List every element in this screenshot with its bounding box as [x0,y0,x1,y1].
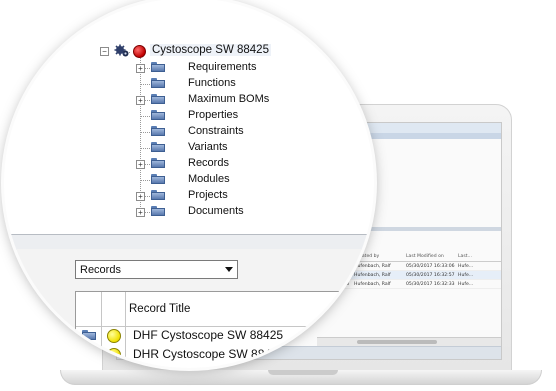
cell: 05/30/2017 16:32:33 [406,281,455,287]
folder-icon [151,126,165,136]
tree-item-documents[interactable]: Documents [188,205,244,217]
status-dot [107,329,121,343]
column-header-record-title[interactable]: Record Title [129,303,190,315]
record-type-dropdown-value: Records [80,263,121,276]
folder-icon [151,190,165,200]
tree-item-functions[interactable]: Functions [188,77,236,89]
folder-icon [151,174,165,184]
folder-icon [151,158,165,168]
tree-item-records[interactable]: Records [188,157,229,169]
root-collapse-toggle[interactable]: − [100,47,109,56]
folder-icon [151,110,165,120]
background-grid-col: Last... [458,253,472,259]
tree-line [140,180,150,181]
magnified-view: − Cystoscope SW 88425 + Requirements Fun… [4,0,374,368]
folder-icon [82,330,96,340]
expand-maximum-boms-toggle[interactable]: + [136,96,145,105]
folder-icon [151,142,165,152]
record-type-dropdown[interactable]: Records [75,260,238,279]
cell: Hufe... [458,272,474,278]
laptop-notch [268,370,338,375]
cell: Hufe... [458,263,474,269]
expand-requirements-toggle[interactable]: + [136,64,145,73]
records-grid-header: Record Title [76,292,374,327]
expand-records-toggle[interactable]: + [136,160,145,169]
cell: 05/30/2017 16:32:57 [406,272,455,278]
tree-line [140,148,150,149]
tree-line [140,84,150,85]
table-row[interactable]: DHF Cystoscope SW 88425 [76,326,374,345]
record-title: DHR Cystoscope SW 8842 [133,347,278,361]
expand-documents-toggle[interactable]: + [136,208,145,217]
record-title: DHF Cystoscope SW 88425 [133,328,284,342]
root-status-dot [133,45,146,58]
chevron-down-icon[interactable] [221,261,237,278]
tree-item-projects[interactable]: Projects [188,189,228,201]
magnifier-lens: − Cystoscope SW 88425 + Requirements Fun… [4,0,374,368]
records-grid: Record Title DHF Cystoscope SW 88425 DHR… [75,291,374,368]
folder-icon [82,349,96,359]
panel-splitter[interactable] [4,234,374,250]
folder-icon [151,62,165,72]
cell: Hufe... [458,281,474,287]
background-grid-col: Last Modified on [406,253,444,259]
cell: 05/30/2017 16:33:06 [406,263,455,269]
folder-icon [151,78,165,88]
tree-line [140,116,150,117]
folder-icon [151,94,165,104]
folder-icon [151,206,165,216]
tree-line [140,58,141,213]
expand-projects-toggle[interactable]: + [136,192,145,201]
tree-item-requirements[interactable]: Requirements [188,61,256,73]
status-dot [107,348,121,362]
tree-item-properties[interactable]: Properties [188,109,238,121]
tree-root-label[interactable]: Cystoscope SW 88425 [150,44,271,56]
gear-icon [114,44,129,57]
tree-item-maximum-boms[interactable]: Maximum BOMs [188,93,269,105]
tree-line [140,132,150,133]
tree-item-modules[interactable]: Modules [188,173,230,185]
table-row[interactable]: DHR Cystoscope SW 8842 [76,345,374,364]
tree-item-variants[interactable]: Variants [188,141,228,153]
tree-item-constraints[interactable]: Constraints [188,125,244,137]
